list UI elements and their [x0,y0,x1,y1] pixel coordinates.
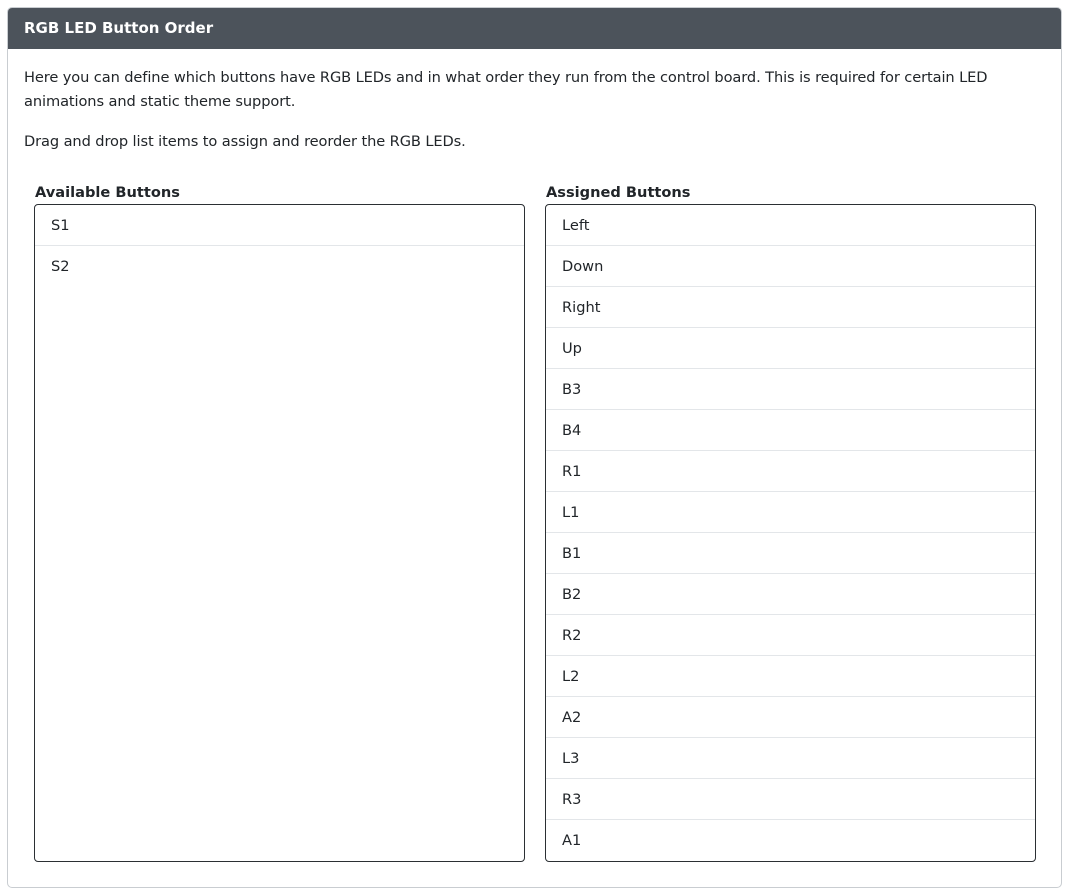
assigned-button-list-item[interactable]: Left [546,205,1035,246]
assigned-button-list-item[interactable]: B2 [546,574,1035,615]
assigned-button-list-item[interactable]: A2 [546,697,1035,738]
panel-body: Here you can define which buttons have R… [8,49,1061,154]
assigned-button-list-item[interactable]: B1 [546,533,1035,574]
available-button-list-item[interactable]: S2 [35,246,524,287]
assigned-button-list-item[interactable]: Right [546,287,1035,328]
assigned-button-list-item[interactable]: R3 [546,779,1035,820]
assigned-button-list-item[interactable]: A1 [546,820,1035,861]
panel-description: Here you can define which buttons have R… [24,69,988,110]
assigned-title: Assigned Buttons [546,184,691,201]
assigned-column: Assigned Buttons Left Down Right Up B3 B4 R1 L1… [545,182,1036,862]
rgb-led-order-panel: RGB LED Button Order Here you can define… [7,7,1062,888]
assigned-button-list-item[interactable]: B3 [546,369,1035,410]
assigned-button-list-item[interactable]: Up [546,328,1035,369]
assigned-buttons-list[interactable]: Left Down Right Up B3 B4 R1 L1 B1 B2 R2 L2 A2 L3 R3 A1 [545,204,1036,862]
assigned-button-list-item[interactable]: L1 [546,492,1035,533]
available-button-list-item[interactable]: S1 [35,205,524,246]
assigned-button-list-item[interactable]: R1 [546,451,1035,492]
available-column: Available Buttons S1 S2 [34,182,525,862]
available-buttons-list[interactable]: S1 S2 [34,204,525,862]
assigned-button-list-item[interactable]: B4 [546,410,1035,451]
assigned-button-list-item[interactable]: Down [546,246,1035,287]
panel-instructions: Drag and drop list items to assign and r… [24,133,466,150]
panel-title: RGB LED Button Order [8,8,1061,49]
assigned-button-list-item[interactable]: L3 [546,738,1035,779]
assigned-button-list-item[interactable]: R2 [546,615,1035,656]
assigned-button-list-item[interactable]: L2 [546,656,1035,697]
available-title: Available Buttons [35,184,180,201]
